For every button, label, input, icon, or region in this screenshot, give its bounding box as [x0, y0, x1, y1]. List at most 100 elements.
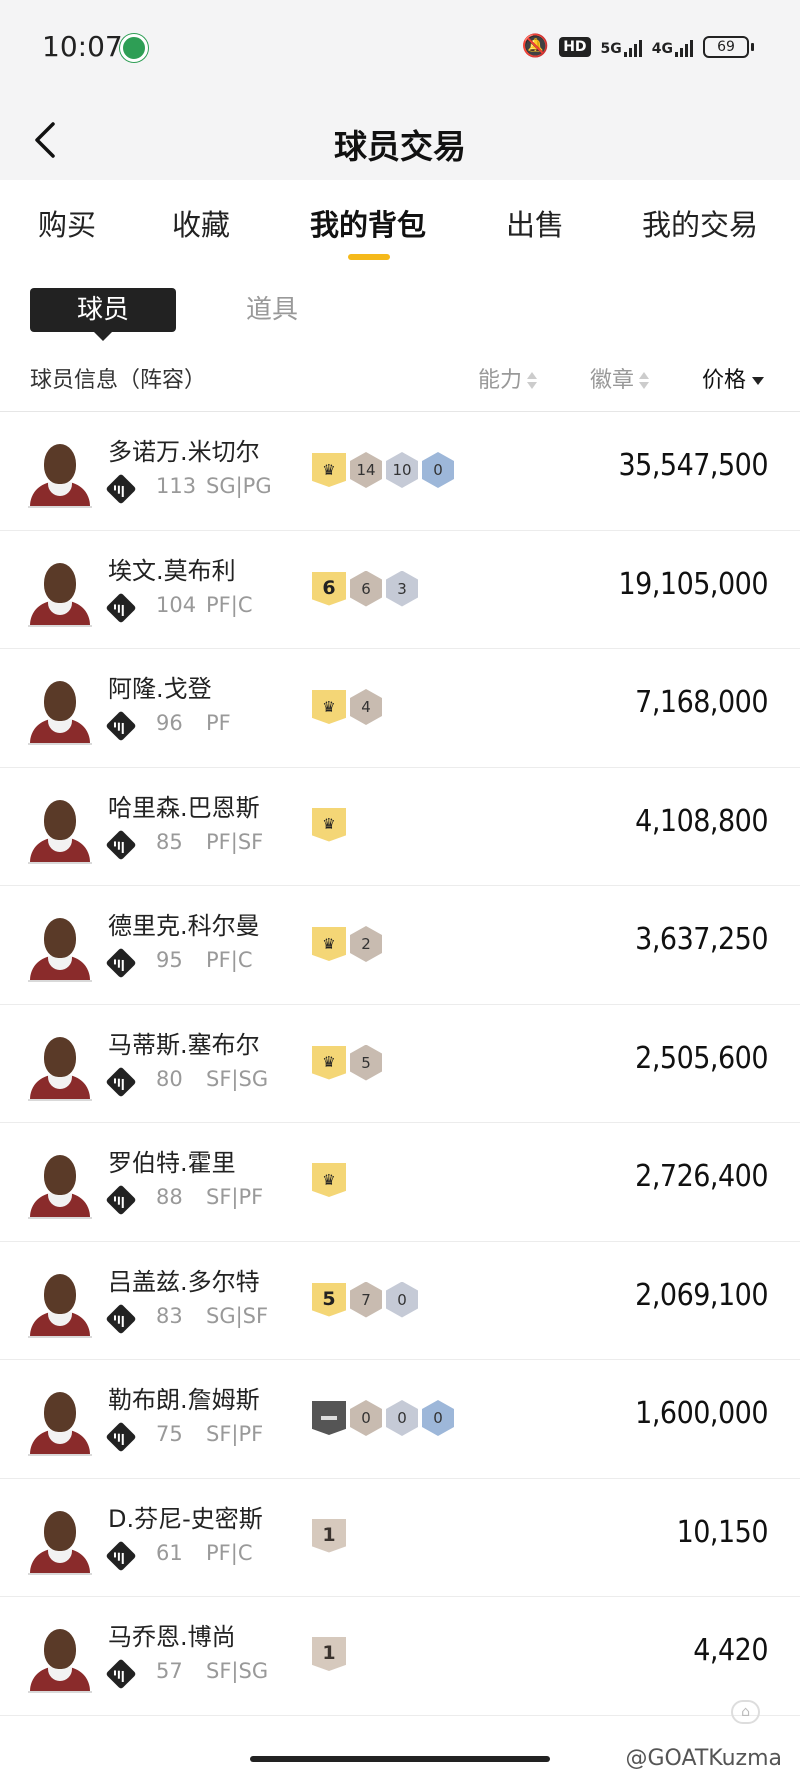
- home-indicator[interactable]: [250, 1756, 550, 1762]
- player-ovr: 85: [156, 829, 183, 854]
- tab-buy[interactable]: 购买: [38, 202, 96, 244]
- player-ovr: 88: [156, 1185, 183, 1209]
- player-row[interactable]: 埃文.莫布利 104 PF|C 663 19,105,000: [0, 531, 800, 649]
- player-name: 马蒂斯.塞布尔: [108, 1030, 260, 1059]
- crown-badge-icon: ♛: [312, 690, 346, 724]
- level-badge: 5: [312, 1282, 346, 1317]
- sort-badge[interactable]: 徽章: [590, 362, 650, 394]
- column-header: 球员信息（阵容） 能力 徽章 价格: [0, 348, 800, 412]
- badge-group: ♛ 5: [312, 1044, 382, 1081]
- badge-group: 000: [312, 1400, 454, 1436]
- player-ovr: 57: [156, 1659, 183, 1683]
- signal-4g-icon: 4G: [652, 37, 693, 57]
- player-name: 吕盖兹.多尔特: [108, 1267, 260, 1296]
- level-badge: 6: [312, 571, 346, 606]
- player-row[interactable]: D.芬尼-史密斯 61 PF|C 1 10,150: [0, 1479, 800, 1597]
- player-ovr: 96: [156, 711, 183, 735]
- segment-items[interactable]: 道具: [246, 288, 306, 332]
- sort-price[interactable]: 价格: [702, 362, 765, 394]
- badge-count-hex: 0: [422, 1400, 454, 1436]
- player-position: PF|C: [206, 592, 253, 617]
- player-name: 德里克.科尔曼: [108, 912, 260, 940]
- status-icons: 🔕 HD 5G 4G 69: [522, 34, 754, 59]
- player-row[interactable]: 哈里森.巴恩斯 85 PF|SF ♛ 4,108,800: [0, 768, 800, 886]
- badge-group: ♛ 4: [312, 689, 382, 725]
- tab-bar: 购买 收藏 我的背包 出售 我的交易: [0, 180, 800, 260]
- avatar-baseline: [28, 1691, 92, 1693]
- badge-count-hex: 0: [350, 1400, 382, 1436]
- player-row[interactable]: 罗伯特.霍里 88 SF|PF ♛ 2,726,400: [0, 1123, 800, 1242]
- player-row[interactable]: 吕盖兹.多尔特 83 SG|SF 570 2,069,100: [0, 1242, 800, 1360]
- player-ovr: 80: [156, 1066, 183, 1091]
- player-price: 7,168,000: [635, 685, 768, 720]
- crown-badge-icon: ♛: [312, 927, 346, 961]
- player-price: 2,069,100: [635, 1277, 768, 1313]
- player-avatar: [28, 1621, 92, 1693]
- badge-group: ♛ 14 10 0: [312, 452, 454, 488]
- team-level-icon: [105, 947, 137, 979]
- tab-my-backpack[interactable]: 我的背包: [310, 202, 426, 244]
- status-bar: 10:07 🔕 HD 5G 4G 69: [0, 0, 800, 100]
- page-title: 球员交易: [334, 127, 466, 166]
- player-price: 4,108,800: [635, 803, 768, 839]
- player-row[interactable]: 阿隆.戈登 96 PF ♛ 4 7,168,000: [0, 649, 800, 768]
- player-position: SF|PF: [206, 1422, 264, 1446]
- player-row[interactable]: 勒布朗.詹姆斯 75 SF|PF 000 1,600,000: [0, 1360, 800, 1479]
- player-row[interactable]: 马蒂斯.塞布尔 80 SF|SG ♛ 5 2,505,600: [0, 1005, 800, 1123]
- player-row[interactable]: 多诺万.米切尔 113 SG|PG ♛ 14 10 0 35,547,500: [0, 412, 800, 531]
- badge-group: ♛ 2: [312, 926, 382, 962]
- badge-count-hex: 10: [386, 452, 418, 488]
- sort-arrows-icon: [638, 371, 650, 391]
- player-ovr: 113: [156, 474, 197, 498]
- avatar-baseline: [28, 861, 92, 864]
- player-name: 埃文.莫布利: [108, 556, 236, 585]
- player-position: SF|PF: [206, 1185, 264, 1209]
- player-position: SG|PG: [206, 474, 272, 498]
- player-row[interactable]: 马乔恩.博尚 57 SF|SG 1 4,420: [0, 1597, 800, 1716]
- player-price: 19,105,000: [618, 566, 769, 602]
- player-position: SG|SF: [206, 1303, 269, 1328]
- player-avatar: [28, 436, 92, 508]
- segment-players[interactable]: 球员: [30, 288, 176, 332]
- player-ovr: 83: [156, 1303, 183, 1328]
- locked-badge-icon: [312, 1401, 346, 1435]
- crown-badge-icon: ♛: [312, 1163, 346, 1197]
- team-level-icon: [105, 1539, 137, 1572]
- active-tab-indicator: [348, 254, 390, 260]
- player-avatar: [28, 673, 92, 745]
- player-ovr: 75: [156, 1422, 183, 1446]
- tab-sell[interactable]: 出售: [506, 202, 564, 244]
- player-list: 多诺万.米切尔 113 SG|PG ♛ 14 10 0 35,547,500 埃文.莫…: [0, 412, 800, 1716]
- crown-badge-icon: ♛: [312, 807, 346, 842]
- player-name: 罗伯特.霍里: [108, 1149, 236, 1177]
- sort-desc-icon: [752, 377, 765, 385]
- player-avatar: [28, 1147, 92, 1219]
- avatar-baseline: [28, 1335, 92, 1338]
- badge-count-hex: 0: [386, 1400, 418, 1436]
- watermark-stamp-icon: ⌂: [731, 1700, 760, 1724]
- badge-count-hex: 5: [350, 1044, 382, 1081]
- status-time: 10:07: [42, 30, 123, 63]
- player-name: 勒布朗.詹姆斯: [108, 1386, 260, 1414]
- player-ovr: 61: [156, 1540, 183, 1565]
- player-price: 1,600,000: [635, 1396, 768, 1431]
- tab-favorites[interactable]: 收藏: [172, 202, 230, 244]
- player-avatar: [28, 1503, 92, 1575]
- crown-badge-icon: ♛: [312, 453, 346, 487]
- player-position: PF|C: [206, 1540, 253, 1565]
- mute-icon: 🔕: [521, 34, 550, 59]
- tab-my-trades[interactable]: 我的交易: [642, 202, 758, 244]
- player-price: 35,547,500: [618, 448, 769, 483]
- player-row[interactable]: 德里克.科尔曼 95 PF|C ♛ 2 3,637,250: [0, 886, 800, 1005]
- watermark: @GOATKuzma: [625, 1746, 783, 1771]
- team-level-icon: [105, 710, 137, 742]
- sort-ability[interactable]: 能力: [478, 362, 538, 394]
- avatar-baseline: [28, 1217, 92, 1219]
- battery-icon: 69: [703, 35, 754, 58]
- badge-count-hex: 3: [386, 570, 418, 607]
- player-name: D.芬尼-史密斯: [108, 1504, 263, 1533]
- badge-count-hex: 2: [350, 926, 382, 962]
- player-position: SF|SG: [206, 1659, 269, 1683]
- player-price: 4,420: [693, 1633, 768, 1668]
- avatar-baseline: [28, 1454, 92, 1456]
